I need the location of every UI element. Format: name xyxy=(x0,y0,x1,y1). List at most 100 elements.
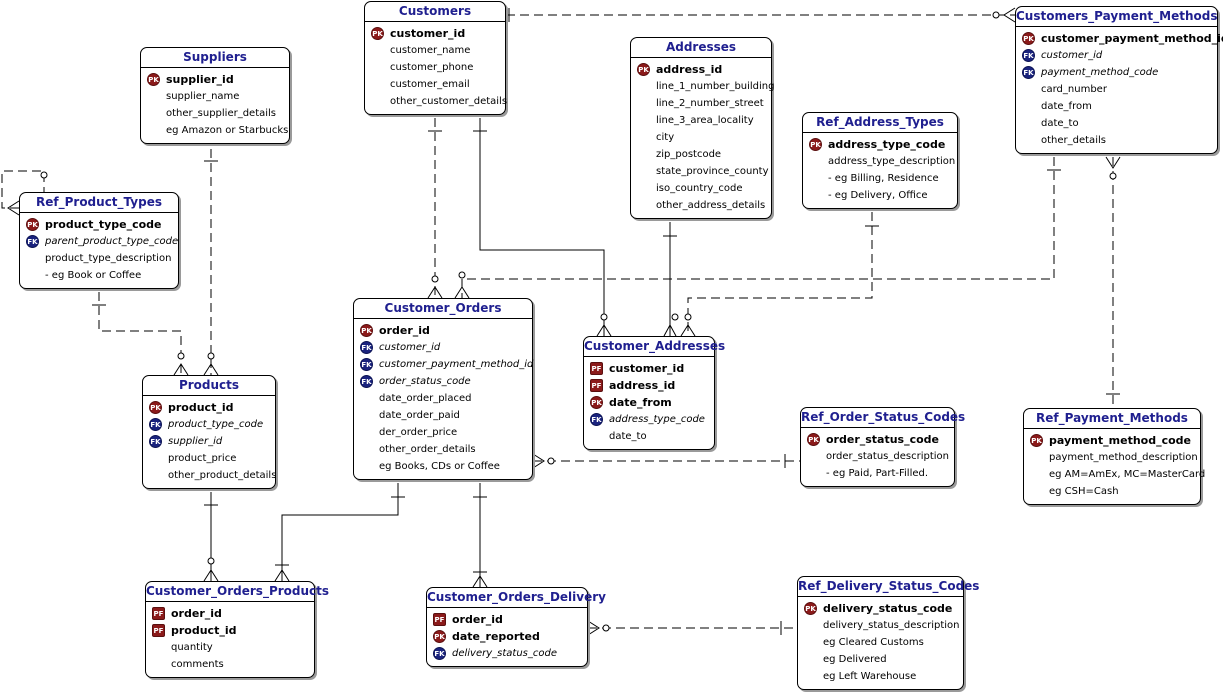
field-row[interactable]: FK supplier_id xyxy=(149,433,275,450)
field-row[interactable]: FK customer_id xyxy=(360,339,532,356)
field-row[interactable]: PK address_type_code xyxy=(809,136,957,153)
field-row[interactable]: PK date_from xyxy=(590,394,714,411)
field-row[interactable]: customer_name xyxy=(371,42,505,59)
field-row[interactable]: FK delivery_status_code xyxy=(433,645,587,662)
field-row[interactable]: eg Books, CDs or Coffee xyxy=(360,458,532,475)
field-row[interactable]: PK product_id xyxy=(149,399,275,416)
field-row[interactable]: PK product_type_code xyxy=(26,216,178,233)
field-row[interactable]: FK order_status_code xyxy=(360,373,532,390)
entity-addresses[interactable]: Addresses PK address_id line_1_number_buil… xyxy=(630,37,775,219)
field-row[interactable]: iso_country_code xyxy=(637,180,771,197)
entity-products[interactable]: Products PK product_id FK product_type_code… xyxy=(142,375,276,489)
field-row[interactable]: eg AM=AmEx, MC=MasterCard xyxy=(1030,466,1205,483)
field-row[interactable]: date_to xyxy=(1022,115,1217,132)
field-row[interactable]: PK payment_method_code xyxy=(1030,432,1200,449)
field-row[interactable]: PK supplier_id xyxy=(147,71,289,88)
pf-key-icon: PF xyxy=(152,624,165,637)
entity-customer-orders-delivery[interactable]: Customer_Orders_Delivery PF order_id PK dat… xyxy=(426,587,606,667)
field-row[interactable]: PF order_id xyxy=(433,611,587,628)
field-row[interactable]: date_order_placed xyxy=(360,390,532,407)
field-name: customer_id xyxy=(609,362,685,375)
pk-key-icon: PK xyxy=(809,138,822,151)
field-row[interactable]: other_order_details xyxy=(360,441,532,458)
field-row[interactable]: eg Amazon or Starbucks xyxy=(147,122,289,139)
field-row[interactable]: date_to xyxy=(590,428,714,445)
field-row[interactable]: city xyxy=(637,129,771,146)
entity-ref-address-types[interactable]: Ref_Address_Types PK address_type_code add… xyxy=(802,112,958,209)
field-row[interactable]: FK payment_method_code xyxy=(1022,64,1217,81)
field-row[interactable]: - eg Billing, Residence xyxy=(809,170,957,187)
pk-key-icon: PK xyxy=(147,73,160,86)
field-row[interactable]: FK address_type_code xyxy=(590,411,714,428)
field-row[interactable]: quantity xyxy=(152,639,314,656)
field-row[interactable]: FK product_type_code xyxy=(149,416,275,433)
field-row[interactable]: other_customer_details xyxy=(371,93,507,110)
field-row[interactable]: PK customer_id xyxy=(371,25,505,42)
field-row[interactable]: date_order_paid xyxy=(360,407,532,424)
pk-key-icon: PK xyxy=(1030,434,1043,447)
field-row[interactable]: supplier_name xyxy=(147,88,289,105)
field-row[interactable]: delivery_status_description xyxy=(804,617,963,634)
field-row[interactable]: card_number xyxy=(1022,81,1217,98)
field-row[interactable]: - eg Paid, Part-Filled. xyxy=(807,465,954,482)
field-row[interactable]: product_price xyxy=(149,450,275,467)
entity-customers[interactable]: Customers PK customer_id customer_name cust… xyxy=(364,1,507,115)
field-row[interactable]: address_type_description xyxy=(809,153,957,170)
field-row[interactable]: other_address_details xyxy=(637,197,771,214)
field-list: PK customer_payment_method_id FK customer_i… xyxy=(1016,27,1223,149)
field-row[interactable]: payment_method_description xyxy=(1030,449,1200,466)
field-row[interactable]: PK customer_payment_method_id xyxy=(1022,30,1223,47)
field-row[interactable]: PK order_status_code xyxy=(807,431,954,448)
pk-key-icon: PK xyxy=(590,396,603,409)
field-row[interactable]: - eg Delivery, Office xyxy=(809,187,957,204)
entity-customer-orders[interactable]: Customer_Orders PK order_id FK customer_id F… xyxy=(353,298,533,480)
entity-ref-delivery-status-codes[interactable]: Ref_Delivery_Status_Codes PK delivery_sta… xyxy=(797,576,979,690)
field-row[interactable]: PK delivery_status_code xyxy=(804,600,963,617)
entity-ref-order-status-codes[interactable]: Ref_Order_Status_Codes PK order_status_co… xyxy=(800,407,965,487)
field-row[interactable]: - eg Book or Coffee xyxy=(26,267,178,284)
field-list: PK product_id FK product_type_code FK supplie… xyxy=(143,396,276,484)
field-row[interactable]: other_details xyxy=(1022,132,1217,149)
field-row[interactable]: eg Delivered xyxy=(804,651,963,668)
field-row[interactable]: PF order_id xyxy=(152,605,314,622)
field-name: delivery_status_code xyxy=(452,648,557,659)
field-name: parent_product_type_code xyxy=(45,236,179,247)
field-row[interactable]: comments xyxy=(152,656,314,673)
entity-title: Customer_Addresses xyxy=(584,337,725,357)
field-row[interactable]: order_status_description xyxy=(807,448,954,465)
field-row[interactable]: zip_postcode xyxy=(637,146,771,163)
field-row[interactable]: PF address_id xyxy=(590,377,714,394)
field-row[interactable]: PK address_id xyxy=(637,61,771,78)
pk-key-icon: PK xyxy=(371,27,384,40)
field-row[interactable]: date_from xyxy=(1022,98,1217,115)
field-row[interactable]: line_2_number_street xyxy=(637,95,771,112)
field-row[interactable]: state_province_county xyxy=(637,163,771,180)
field-list: PK address_id line_1_number_building line_2… xyxy=(631,58,775,214)
field-row[interactable]: PF product_id xyxy=(152,622,314,639)
entity-ref-product-types[interactable]: Ref_Product_Types PK product_type_code FK p… xyxy=(19,192,179,289)
field-row[interactable]: eg Left Warehouse xyxy=(804,668,963,685)
field-row[interactable]: FK customer_id xyxy=(1022,47,1217,64)
field-name: customer_id xyxy=(390,27,466,40)
field-row[interactable]: customer_email xyxy=(371,76,505,93)
field-name: eg Cleared Customs xyxy=(823,637,924,648)
field-row[interactable]: FK customer_payment_method_id xyxy=(360,356,533,373)
field-row[interactable]: FK parent_product_type_code xyxy=(26,233,178,250)
field-row[interactable]: other_supplier_details xyxy=(147,105,289,122)
field-row[interactable]: PF customer_id xyxy=(590,360,714,377)
entity-suppliers[interactable]: Suppliers PK supplier_id supplier_name othe… xyxy=(140,47,290,144)
field-row[interactable]: der_order_price xyxy=(360,424,532,441)
field-row[interactable]: line_1_number_building xyxy=(637,78,775,95)
entity-customers-payment-methods[interactable]: Customers_Payment_Methods PK customer_pay… xyxy=(1015,6,1223,154)
field-row[interactable]: customer_phone xyxy=(371,59,505,76)
entity-ref-payment-methods[interactable]: Ref_Payment_Methods PK payment_method_cod… xyxy=(1023,408,1205,505)
field-row[interactable]: other_product_details xyxy=(149,467,276,484)
field-row[interactable]: product_type_description xyxy=(26,250,178,267)
field-row[interactable]: PK order_id xyxy=(360,322,532,339)
entity-customer-addresses[interactable]: Customer_Addresses PF customer_id PF addres… xyxy=(583,336,725,450)
entity-customer-orders-products[interactable]: Customer_Orders_Products PF order_id PF pro… xyxy=(145,581,329,678)
field-row[interactable]: line_3_area_locality xyxy=(637,112,771,129)
field-row[interactable]: eg CSH=Cash xyxy=(1030,483,1200,500)
field-row[interactable]: eg Cleared Customs xyxy=(804,634,963,651)
field-row[interactable]: PK date_reported xyxy=(433,628,587,645)
